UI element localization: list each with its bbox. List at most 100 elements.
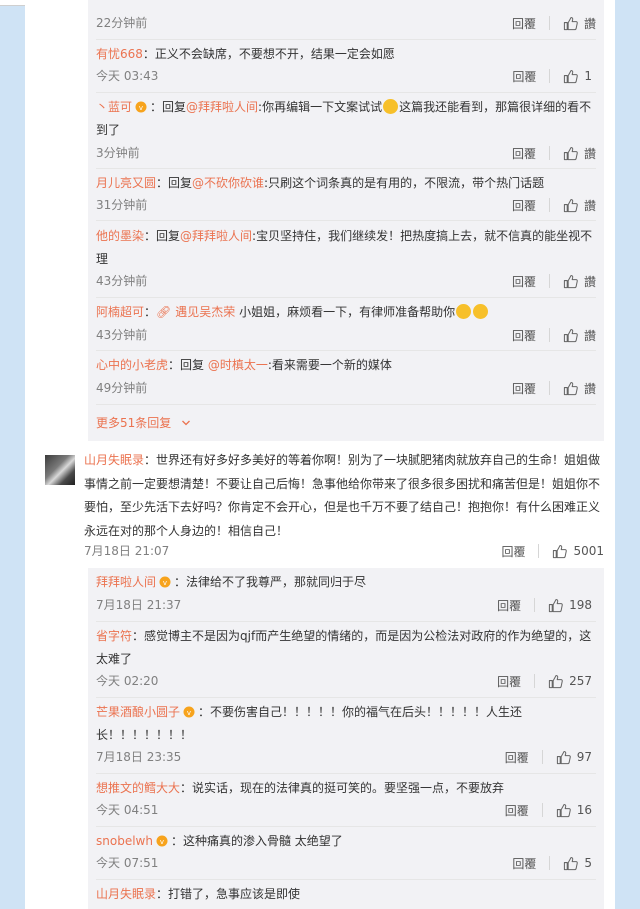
reply-button[interactable]: 回覆	[512, 197, 536, 214]
reply-username[interactable]: 有忧668	[96, 47, 143, 61]
reply-button[interactable]: 回覆	[497, 673, 521, 690]
thumb-up-icon[interactable]	[548, 598, 563, 613]
thumb-up-icon[interactable]	[563, 16, 578, 31]
reply-separator: ：	[170, 834, 183, 848]
action-divider	[541, 803, 543, 817]
reply-username[interactable]: snobelwh	[96, 834, 153, 848]
reply-username[interactable]: 芒果酒酿小圆子	[96, 705, 180, 719]
reply-username[interactable]: 丶蓝可	[96, 100, 132, 114]
comment-actions: 回覆 5001	[501, 540, 604, 562]
thumb-up-icon[interactable]	[563, 274, 578, 289]
thumb-up-icon[interactable]	[556, 750, 571, 765]
reply-button[interactable]: 回覆	[505, 749, 529, 766]
thumb-up-icon[interactable]	[563, 856, 579, 871]
reply-username[interactable]: 想推文的鳕大大	[96, 781, 180, 795]
thumb-up-icon[interactable]	[563, 381, 578, 396]
action-divider	[548, 146, 550, 160]
reply-button[interactable]: 回覆	[512, 145, 536, 162]
reply-time: 7月18日 23:35	[96, 750, 182, 764]
action-divider	[548, 274, 550, 288]
reply-content: 阿楠超可：🔗︎ 遇见吴杰荣 小姐姐，麻烦看一下，有律师准备帮助你	[96, 301, 596, 324]
divider	[96, 879, 596, 880]
thumb-up-icon[interactable]	[556, 803, 571, 818]
like-count: 讚	[583, 146, 596, 161]
reply-meta-row: 43分钟前 回覆 讚	[96, 324, 596, 346]
action-divider	[548, 328, 550, 342]
reply-time: 今天 02:20	[96, 674, 159, 688]
action-divider	[534, 598, 536, 612]
svg-text:v: v	[163, 579, 167, 587]
like-count: 1	[584, 69, 592, 83]
mention-link[interactable]: 遇见吴杰荣	[175, 305, 235, 319]
like-count: 5001	[573, 544, 604, 558]
reply-username[interactable]: 拜拜啦人间	[96, 575, 156, 589]
thumb-up-icon[interactable]	[563, 69, 579, 84]
reply-username[interactable]: 心中的小老虎	[96, 358, 168, 372]
reply-button[interactable]: 回覆	[512, 15, 536, 32]
comment-username[interactable]: 山月失眠录	[84, 453, 144, 467]
thumb-up-icon[interactable]	[563, 328, 578, 343]
divider	[96, 168, 596, 169]
like-count: 97	[576, 750, 592, 764]
vip-badge-icon: v	[159, 576, 171, 588]
mention-link[interactable]: @拜拜啦人间	[180, 229, 252, 243]
reply-button[interactable]: 回覆	[512, 380, 536, 397]
thumb-up-icon[interactable]	[563, 146, 578, 161]
action-divider	[538, 544, 540, 558]
reply-separator: ：回复	[156, 176, 193, 190]
thumb-up-icon[interactable]	[548, 674, 563, 689]
mention-link[interactable]: @时槙太一	[208, 358, 268, 372]
divider	[96, 826, 596, 827]
reply-button[interactable]: 回覆	[512, 68, 536, 85]
comment-meta-row: 7月18日 21:07 回覆 5001	[84, 540, 604, 562]
divider	[96, 404, 596, 405]
reply-actions: 回覆 16	[505, 799, 592, 821]
reply-meta-row: 3分钟前 回覆 讚	[96, 142, 596, 164]
thumb-up-icon[interactable]	[563, 198, 578, 213]
action-divider	[548, 16, 550, 30]
reply-time: 22分钟前	[96, 16, 148, 30]
main-comment-content: 山月失眠录：世界还有好多好多美好的等着你啊！别为了一块腻肥猪肉就放弃自己的生命！…	[84, 449, 604, 543]
reply-actions: 回覆 讚	[512, 324, 596, 346]
reply-meta-row: 49分钟前 回覆 讚	[96, 377, 596, 399]
reply-actions: 回覆 257	[497, 670, 592, 692]
action-divider	[548, 381, 550, 395]
reply-button[interactable]: 回覆	[501, 543, 525, 560]
reply-time: 3分钟前	[96, 146, 140, 160]
reply-actions: 回覆 1	[512, 65, 592, 87]
like-count: 讚	[583, 328, 596, 343]
reply-content: 省字符：感觉博主不是因为qjf而产生绝望的情绪的，而是因为公检法对政府的作为绝望…	[96, 625, 596, 671]
reply-button[interactable]: 回覆	[512, 855, 536, 872]
reply-username[interactable]: 山月失眠录	[96, 887, 156, 901]
thumb-up-icon[interactable]	[552, 544, 568, 559]
reply-separator: ：	[174, 575, 187, 589]
divider	[96, 220, 596, 221]
reply-meta-row: 今天 04:51 回覆 16	[96, 799, 596, 821]
reply-username[interactable]: 月儿亮又圆	[96, 176, 156, 190]
reply-content: snobelwh v ：这种痛真的渗入骨髓 太绝望了	[96, 830, 596, 853]
reply-separator: ：	[132, 629, 145, 643]
more-replies-link[interactable]: 更多51条回复	[96, 413, 191, 433]
reply-text: 正义不会缺席，不要想不开，结果一定会如愿	[154, 47, 395, 61]
action-divider	[534, 674, 536, 688]
reply-username[interactable]: 阿楠超可	[96, 305, 144, 319]
reply-username[interactable]: 他的墨染	[96, 229, 144, 243]
reply-button[interactable]: 回覆	[512, 327, 536, 344]
mention-link[interactable]: @拜拜啦人间	[186, 100, 258, 114]
like-count: 198	[569, 598, 592, 612]
reply-button[interactable]: 回覆	[497, 597, 521, 614]
like-count: 257	[569, 674, 592, 688]
reply-button[interactable]: 回覆	[512, 273, 536, 290]
reply-button[interactable]: 回覆	[505, 802, 529, 819]
reply-time: 43分钟前	[96, 274, 148, 288]
reply-meta-row: 43分钟前 回覆 讚	[96, 270, 596, 292]
reply-text: 小姐姐，麻烦看一下，有律师准备帮助你	[235, 305, 456, 319]
mention-link[interactable]: @不砍你砍谁	[192, 176, 264, 190]
reply-username[interactable]: 省字符	[96, 629, 132, 643]
divider	[96, 621, 596, 622]
reply-separator: ：	[144, 305, 157, 319]
action-divider	[549, 856, 551, 870]
like-count: 5	[584, 856, 592, 870]
avatar[interactable]	[45, 455, 75, 485]
reply-meta-row: 22分钟前 回覆 讚	[96, 12, 596, 34]
